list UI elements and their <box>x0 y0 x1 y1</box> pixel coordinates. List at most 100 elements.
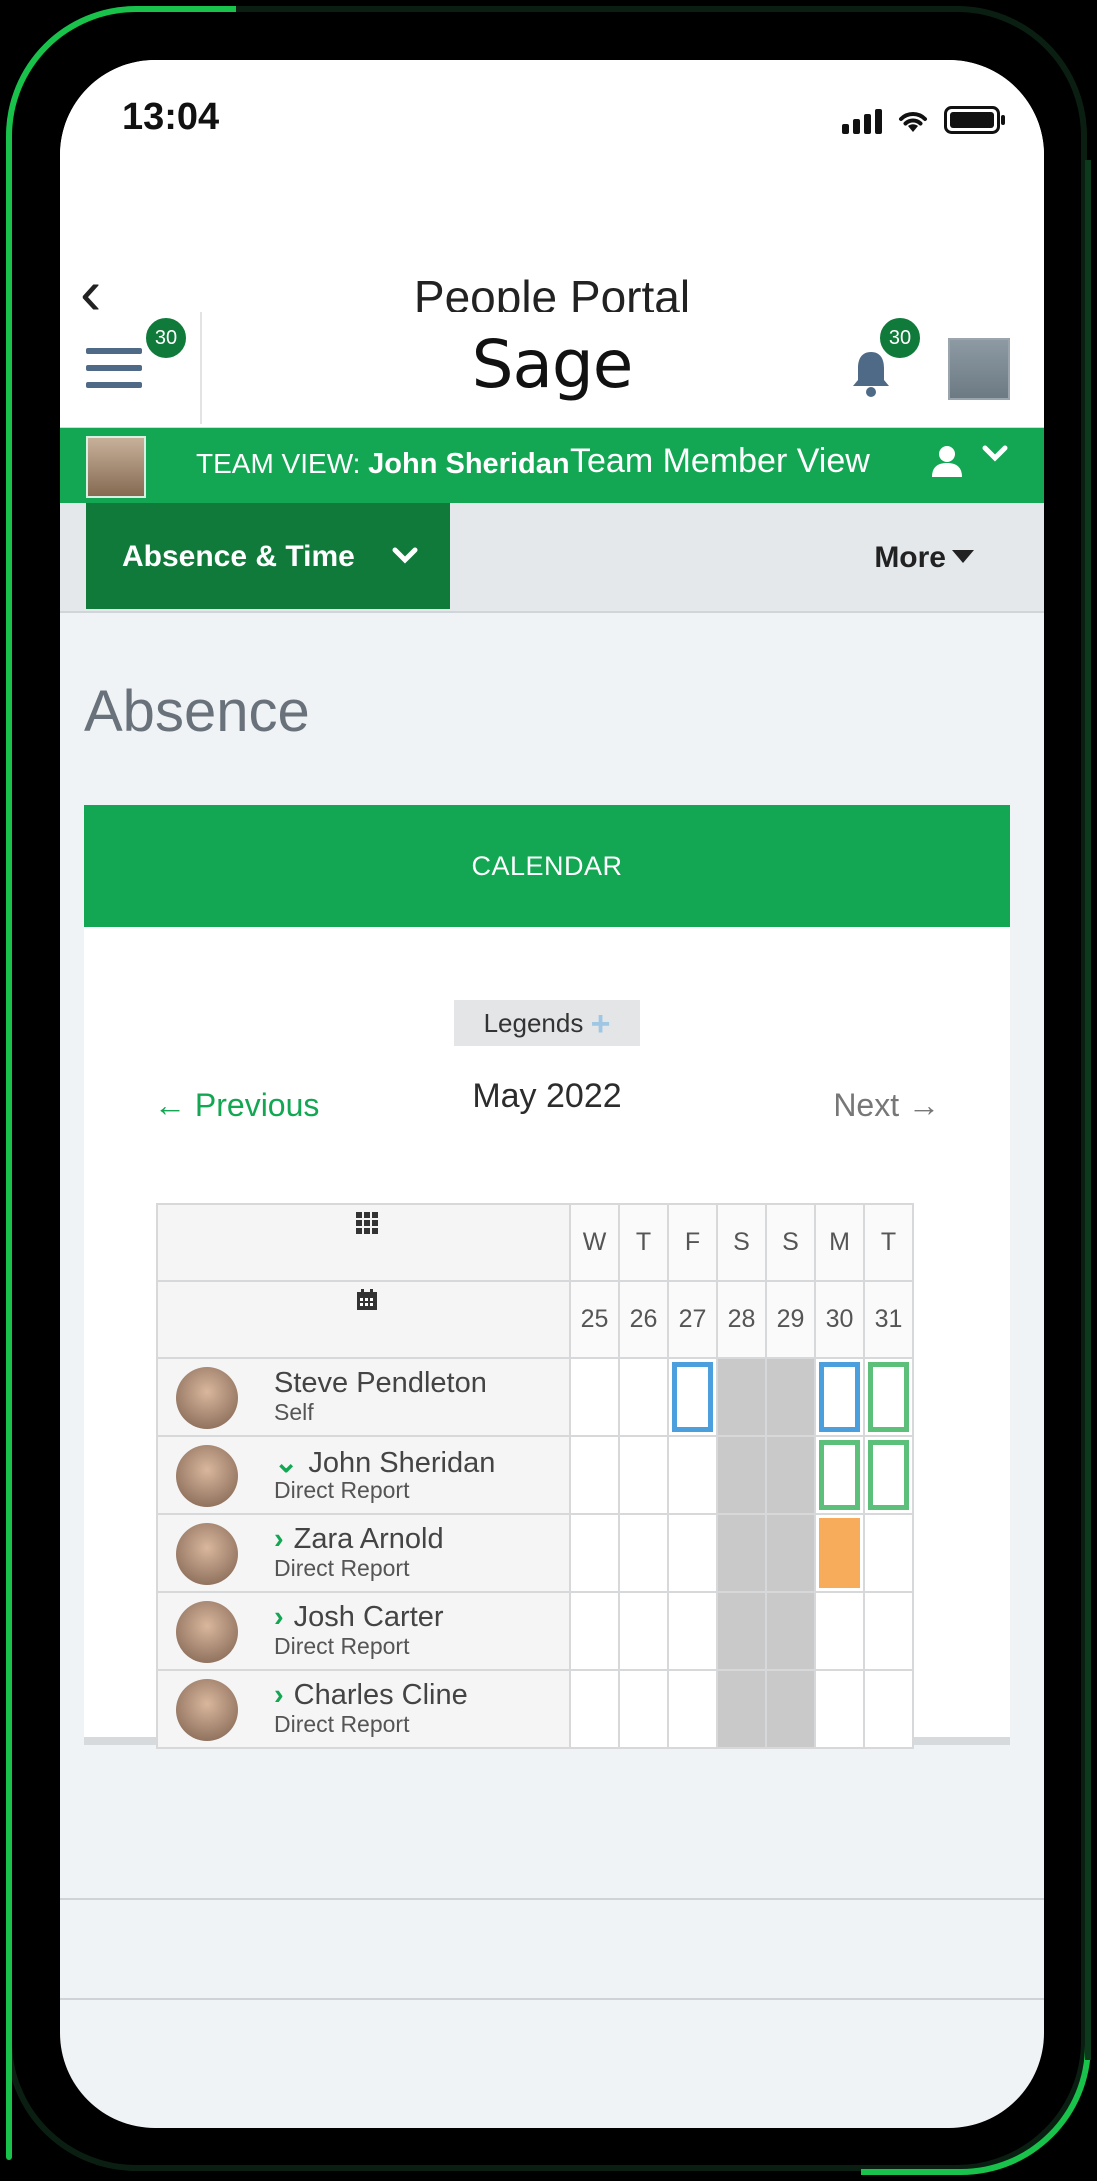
phone-frame-highlight <box>6 260 12 2160</box>
person-cell[interactable]: › Josh Carter Direct Report <box>156 1591 571 1671</box>
person-cell[interactable]: › Charles Cline Direct Report <box>156 1669 571 1749</box>
absence-green-marker[interactable] <box>868 1440 909 1510</box>
day-cell[interactable] <box>863 1513 914 1593</box>
person-cell[interactable]: ⌄ John Sheridan Direct Report <box>156 1435 571 1515</box>
chevron-down-icon[interactable]: ⌄ <box>274 1447 298 1479</box>
absence-green-marker[interactable] <box>819 1440 860 1510</box>
more-menu[interactable]: More <box>874 541 946 575</box>
avatar <box>176 1679 238 1741</box>
status-bar: 13:04 <box>60 60 1044 180</box>
weekend-cell[interactable] <box>765 1357 816 1437</box>
weekday-header: M <box>814 1203 865 1282</box>
date-picker-toggle[interactable] <box>156 1280 571 1359</box>
phone-frame-edge <box>1085 160 1091 2060</box>
day-cell[interactable] <box>569 1435 620 1515</box>
day-cell[interactable] <box>667 1357 718 1437</box>
weekend-cell[interactable] <box>765 1669 816 1749</box>
day-cell[interactable] <box>814 1357 865 1437</box>
date-row: 25 26 27 28 29 30 31 <box>156 1280 914 1359</box>
weekend-cell[interactable] <box>716 1669 767 1749</box>
weekend-cell[interactable] <box>716 1357 767 1437</box>
next-link[interactable]: Next → <box>833 1087 940 1124</box>
day-cell[interactable] <box>569 1357 620 1437</box>
legends-button[interactable]: Legends + <box>454 1000 640 1046</box>
chevron-right-icon[interactable]: › <box>274 1679 284 1711</box>
person-row: Steve Pendleton Self <box>156 1357 914 1437</box>
day-cell[interactable] <box>667 1513 718 1593</box>
weekday-header: W <box>569 1203 620 1282</box>
chevron-down-icon[interactable] <box>980 438 1010 476</box>
weekday-header: T <box>618 1203 669 1282</box>
team-member-view-label: Team Member View <box>570 442 870 480</box>
plus-icon: + <box>590 1005 611 1043</box>
notifications-button[interactable] <box>850 348 892 409</box>
avatar <box>176 1523 238 1585</box>
day-cell[interactable] <box>814 1435 865 1515</box>
weekday-header: T <box>863 1203 914 1282</box>
weekday-row: W T F S S M T <box>156 1203 914 1282</box>
day-cell[interactable] <box>863 1669 914 1749</box>
day-cell[interactable] <box>863 1357 914 1437</box>
day-cell[interactable] <box>667 1435 718 1515</box>
person-name: › Josh Carter <box>274 1601 444 1634</box>
day-cell[interactable] <box>618 1669 669 1749</box>
person-name-text: John Sheridan <box>308 1447 496 1479</box>
person-name: ⌄ John Sheridan <box>274 1445 495 1480</box>
chevron-right-icon[interactable]: › <box>274 1601 284 1633</box>
weekday-header: F <box>667 1203 718 1282</box>
weekend-cell[interactable] <box>716 1513 767 1593</box>
day-cell[interactable] <box>814 1669 865 1749</box>
day-cell[interactable] <box>569 1513 620 1593</box>
day-cell[interactable] <box>863 1591 914 1671</box>
team-view-bar: TEAM VIEW: John Sheridan Team Member Vie… <box>60 428 1044 503</box>
team-view-name: John Sheridan <box>368 448 570 480</box>
absence-blue-marker[interactable] <box>819 1362 860 1432</box>
person-role: Direct Report <box>274 1711 410 1737</box>
person-role: Direct Report <box>274 1477 410 1503</box>
person-row: ⌄ John Sheridan Direct Report <box>156 1435 914 1515</box>
person-icon[interactable] <box>930 444 964 487</box>
person-role: Direct Report <box>274 1555 410 1581</box>
person-name-text: Zara Arnold <box>293 1523 444 1555</box>
day-cell[interactable] <box>618 1591 669 1671</box>
team-view-prefix: TEAM VIEW: <box>196 448 361 479</box>
legends-label: Legends <box>483 1008 584 1038</box>
absence-green-marker[interactable] <box>868 1362 909 1432</box>
battery-icon <box>944 106 1005 134</box>
absence-blue-marker[interactable] <box>672 1362 713 1432</box>
day-cell[interactable] <box>618 1435 669 1515</box>
divider <box>60 1998 1044 2000</box>
chevron-right-icon[interactable]: › <box>274 1523 284 1555</box>
weekend-cell[interactable] <box>716 1435 767 1515</box>
status-icons <box>842 106 1006 134</box>
day-cell[interactable] <box>814 1591 865 1671</box>
day-cell[interactable] <box>569 1669 620 1749</box>
weekend-cell[interactable] <box>765 1513 816 1593</box>
weekend-cell[interactable] <box>765 1435 816 1515</box>
day-cell[interactable] <box>569 1591 620 1671</box>
calendar-card: CALENDAR Legends + ← Previous May 2022 N… <box>84 805 1010 1749</box>
date-header: 31 <box>863 1280 914 1359</box>
person-name: Steve Pendleton <box>274 1367 487 1400</box>
day-cell[interactable] <box>618 1513 669 1593</box>
grid-view-toggle[interactable] <box>156 1203 571 1282</box>
tab-absence-time[interactable]: Absence & Time <box>86 503 450 609</box>
person-name-text: Steve Pendleton <box>274 1367 487 1399</box>
day-cell[interactable] <box>814 1513 865 1593</box>
weekend-cell[interactable] <box>765 1591 816 1671</box>
person-cell[interactable]: › Zara Arnold Direct Report <box>156 1513 571 1593</box>
grid-icon <box>355 1211 379 1242</box>
day-cell[interactable] <box>667 1669 718 1749</box>
date-header: 26 <box>618 1280 669 1359</box>
user-avatar[interactable] <box>948 338 1010 400</box>
calendar-header[interactable]: CALENDAR <box>84 805 1010 927</box>
absence-orange-marker[interactable] <box>819 1518 860 1588</box>
day-cell[interactable] <box>863 1435 914 1515</box>
signal-icon <box>842 109 882 134</box>
person-name-text: Josh Carter <box>293 1601 444 1633</box>
person-row: › Josh Carter Direct Report <box>156 1591 914 1671</box>
day-cell[interactable] <box>667 1591 718 1671</box>
person-cell[interactable]: Steve Pendleton Self <box>156 1357 571 1437</box>
day-cell[interactable] <box>618 1357 669 1437</box>
weekend-cell[interactable] <box>716 1591 767 1671</box>
